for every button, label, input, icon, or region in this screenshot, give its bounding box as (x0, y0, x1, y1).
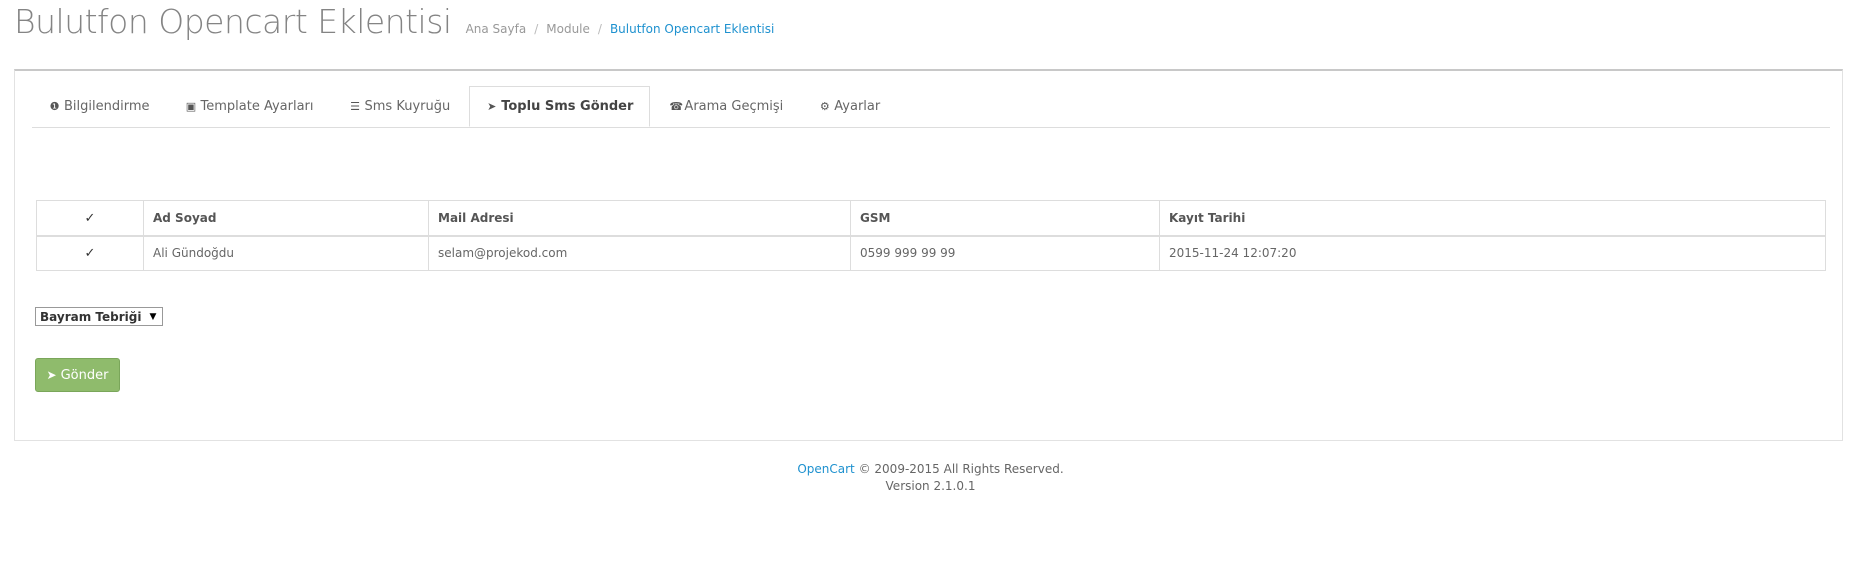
row-checkbox[interactable]: ✓ (85, 247, 96, 260)
tab-label: Toplu Sms Gönder (501, 99, 634, 114)
cog-icon: ⚙ (819, 100, 830, 113)
tab-arama-gecmisi[interactable]: ☎ Arama Geçmişi (652, 87, 800, 125)
template-select-value: Bayram Tebriği (40, 309, 142, 324)
page-title: Bulutfon Opencart Eklentisi (14, 2, 452, 41)
breadcrumb-separator: / (597, 22, 602, 36)
table-row: ✓ Ali Gündoğdu selam@projekod.com 0599 9… (36, 235, 1826, 271)
footer-opencart-link[interactable]: OpenCart (797, 462, 854, 476)
tab-ayarlar[interactable]: ⚙ Ayarlar (802, 87, 897, 125)
send-button-label: Gönder (60, 367, 109, 383)
cell-name: Ali Gündoğdu (143, 235, 429, 271)
tab-label: Arama Geçmişi (684, 99, 784, 114)
content-panel: ❶ Bilgilendirme ▣ Template Ayarları ☰ Sm… (14, 69, 1843, 441)
footer-version: Version 2.1.0.1 (885, 479, 976, 493)
tab-label: Template Ayarları (200, 99, 314, 114)
info-circle-icon: ❶ (49, 100, 60, 113)
dropdown-arrow-icon: ▼ (149, 311, 157, 322)
row-select-cell[interactable]: ✓ (36, 235, 144, 271)
column-header-gsm: GSM (850, 200, 1160, 237)
cell-gsm: 0599 999 99 99 (850, 235, 1160, 271)
table-header-row: ✓ Ad Soyad Mail Adresi GSM Kayıt Tarihi (36, 200, 1826, 237)
tab-template-ayarlari[interactable]: ▣ Template Ayarları (169, 87, 331, 125)
column-header-email: Mail Adresi (428, 200, 851, 237)
list-icon: ☰ (350, 100, 360, 113)
phone-square-icon: ☎ (669, 100, 684, 113)
breadcrumb: Ana Sayfa / Module / Bulutfon Opencart E… (466, 22, 775, 36)
footer-copyright: © 2009-2015 All Rights Reserved. (858, 462, 1064, 476)
breadcrumb-separator: / (534, 22, 539, 36)
tab-label: Bilgilendirme (64, 99, 150, 114)
file-image-icon: ▣ (185, 100, 197, 113)
cell-date: 2015-11-24 12:07:20 (1159, 235, 1826, 271)
footer-copyright-line: OpenCart © 2009-2015 All Rights Reserved… (0, 461, 1861, 478)
tab-label: Ayarlar (834, 99, 881, 114)
template-select[interactable]: Bayram Tebriği ▼ (35, 307, 164, 326)
page-header: Bulutfon Opencart Eklentisi Ana Sayfa / … (14, 0, 774, 50)
footer: OpenCart © 2009-2015 All Rights Reserved… (0, 461, 1861, 495)
send-button[interactable]: ➤ Gönder (35, 358, 120, 392)
column-header-name: Ad Soyad (143, 200, 429, 237)
tab-bilgilendirme[interactable]: ❶ Bilgilendirme (32, 87, 167, 125)
paper-plane-icon: ➤ (487, 100, 497, 113)
tab-sms-kuyrugu[interactable]: ☰ Sms Kuyruğu (333, 87, 468, 125)
breadcrumb-current[interactable]: Bulutfon Opencart Eklentisi (610, 22, 774, 36)
select-all-cell[interactable]: ✓ (36, 200, 144, 237)
paper-plane-icon: ➤ (46, 368, 57, 382)
cell-email: selam@projekod.com (428, 235, 851, 271)
select-all-checkbox[interactable]: ✓ (85, 212, 96, 225)
tab-bar: ❶ Bilgilendirme ▣ Template Ayarları ☰ Sm… (32, 86, 1830, 128)
tab-label: Sms Kuyruğu (364, 99, 451, 114)
breadcrumb-module[interactable]: Module (546, 22, 590, 36)
customer-table: ✓ Ad Soyad Mail Adresi GSM Kayıt Tarihi … (36, 200, 1826, 271)
breadcrumb-home[interactable]: Ana Sayfa (466, 22, 527, 36)
tab-toplu-sms-gonder[interactable]: ➤ Toplu Sms Gönder (469, 86, 651, 127)
column-header-date: Kayıt Tarihi (1159, 200, 1826, 237)
